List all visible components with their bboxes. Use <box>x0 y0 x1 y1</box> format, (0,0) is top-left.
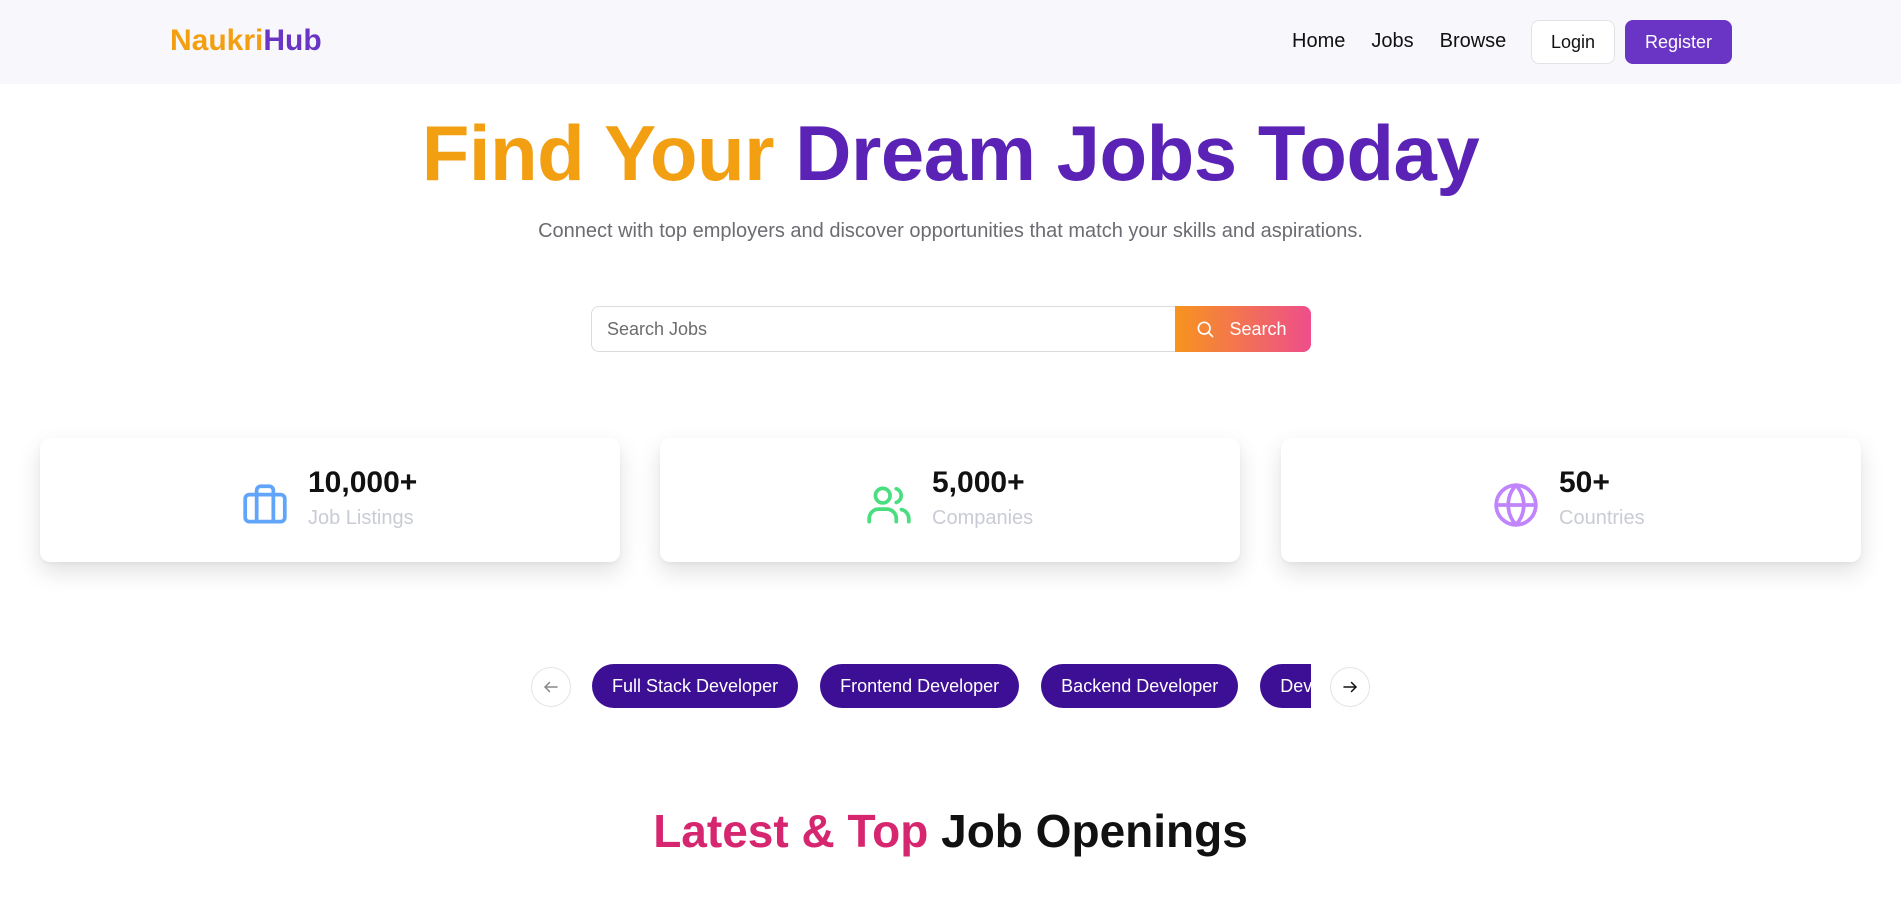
stat-card-job-listings: 10,000+ Job Listings <box>40 438 620 562</box>
section-title-main: Job Openings <box>941 805 1248 857</box>
search-bar: Search <box>591 306 1311 352</box>
logo-part-hub: Hub <box>263 24 322 57</box>
section-title: Latest & Top Job Openings <box>0 804 1901 858</box>
section-title-highlight: Latest & Top <box>653 805 929 857</box>
logo-part-naukri: Naukri <box>170 24 264 57</box>
users-icon <box>867 486 911 524</box>
search-button-label: Search <box>1229 318 1287 339</box>
nav-link-home[interactable]: Home <box>1292 30 1345 53</box>
stat-value: 5,000+ <box>932 466 1025 499</box>
search-button[interactable]: Search <box>1175 306 1311 352</box>
search-input[interactable] <box>591 306 1176 352</box>
hero-subtitle: Connect with top employers and discover … <box>538 220 1363 242</box>
logo[interactable]: NaukriHub <box>170 24 322 58</box>
nav-link-browse[interactable]: Browse <box>1440 30 1507 53</box>
carousel-prev-button[interactable] <box>531 667 571 707</box>
arrow-left-icon <box>544 681 558 693</box>
carousel-next-button[interactable] <box>1330 667 1370 707</box>
category-carousel: Full Stack Developer Frontend Developer … <box>592 664 1311 708</box>
globe-icon <box>1494 483 1538 527</box>
stat-card-countries: 50+ Countries <box>1281 438 1861 562</box>
nav-links: Home Jobs Browse <box>1292 30 1506 53</box>
stat-label: Countries <box>1559 507 1645 529</box>
category-chip[interactable]: DevOps Engineer <box>1260 664 1311 708</box>
hero-title: Find Your Dream Jobs Today <box>0 108 1901 199</box>
stat-value: 10,000+ <box>308 466 418 499</box>
hero-title-highlight: Find Your <box>421 109 775 197</box>
stat-card-companies: 5,000+ Companies <box>660 438 1240 562</box>
nav-link-jobs[interactable]: Jobs <box>1371 30 1413 53</box>
search-icon <box>1197 321 1214 338</box>
arrow-right-icon <box>1343 681 1357 693</box>
stat-value: 50+ <box>1559 466 1610 499</box>
hero-title-main: Dream Jobs Today <box>795 109 1480 197</box>
login-button[interactable]: Login <box>1531 20 1615 64</box>
category-chip[interactable]: Backend Developer <box>1041 664 1239 708</box>
category-chip[interactable]: Frontend Developer <box>820 664 1020 708</box>
category-chip[interactable]: Full Stack Developer <box>592 664 799 708</box>
register-button[interactable]: Register <box>1625 20 1732 64</box>
stat-label: Companies <box>932 507 1034 529</box>
stat-label: Job Listings <box>308 507 414 529</box>
navbar: NaukriHub Home Jobs Browse Login Registe… <box>0 0 1901 84</box>
briefcase-icon <box>243 484 287 524</box>
